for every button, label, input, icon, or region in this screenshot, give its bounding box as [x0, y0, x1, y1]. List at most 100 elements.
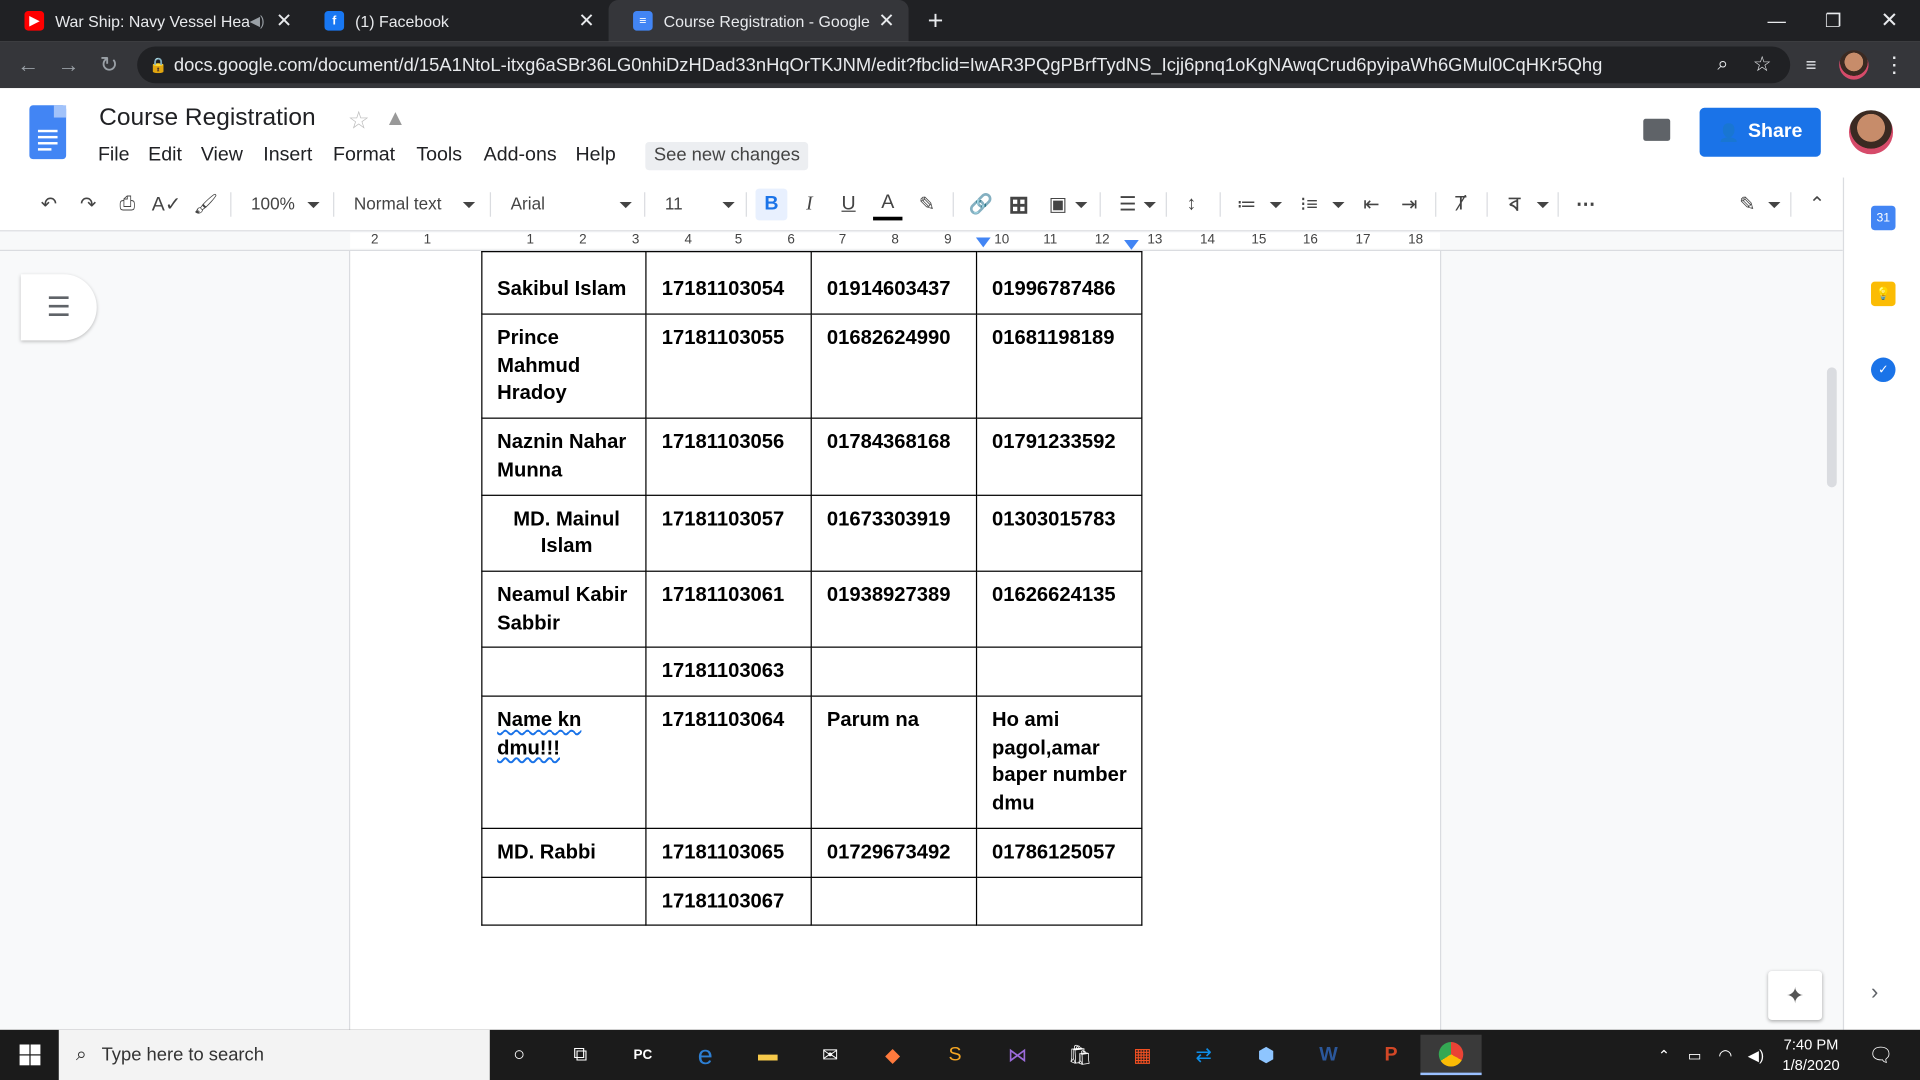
redo-icon[interactable]: ↷ [73, 189, 102, 221]
table-cell[interactable]: Naznin Nahar Munna [481, 417, 648, 496]
insert-comment-icon[interactable]: ⊞ [1004, 189, 1033, 221]
menu-edit[interactable]: Edit [148, 144, 182, 166]
sublime-text-icon[interactable]: S [928, 1035, 982, 1075]
collapse-menus-icon[interactable]: ⌃ [1801, 189, 1833, 221]
editing-mode-icon[interactable]: ✎ [1731, 189, 1763, 221]
close-icon[interactable]: ✕ [574, 9, 598, 33]
word-icon[interactable]: W [1302, 1035, 1356, 1075]
left-indent-marker[interactable] [975, 237, 991, 248]
menu-add-ons[interactable]: Add-ons [484, 144, 557, 166]
zoom-icon[interactable]: ⌕ [1704, 47, 1741, 84]
right-indent-marker[interactable] [1124, 240, 1139, 250]
insert-image-icon[interactable]: ▣ [1043, 189, 1072, 221]
profile-avatar[interactable] [1839, 50, 1869, 80]
cortana-icon[interactable]: ○ [492, 1035, 546, 1075]
media-control-icon[interactable]: ≡ [1793, 47, 1830, 84]
calendar-icon[interactable]: 31 [1871, 205, 1896, 231]
spellcheck-icon[interactable]: A✓ [152, 189, 181, 221]
teamviewer-icon[interactable]: ⇄ [1177, 1035, 1231, 1075]
notification-center-icon[interactable]: 🗨 [1856, 1035, 1905, 1075]
close-icon[interactable]: ✕ [874, 9, 898, 33]
decrease-indent-icon[interactable]: ⇤ [1356, 189, 1388, 221]
bookmark-star-icon[interactable]: ☆ [1744, 47, 1781, 84]
table-cell[interactable] [481, 876, 648, 927]
italic-button[interactable]: I [795, 189, 824, 221]
volume-icon[interactable]: ◀) [1741, 1035, 1770, 1075]
table-cell[interactable] [810, 876, 978, 927]
audio-playing-icon[interactable]: ◀) [250, 13, 265, 29]
app-icon[interactable]: ◆ [866, 1035, 920, 1075]
table-cell[interactable] [976, 646, 1143, 697]
menu-insert[interactable]: Insert [263, 144, 312, 166]
edge-icon[interactable]: e [678, 1035, 732, 1075]
battery-icon[interactable]: ▭ [1680, 1035, 1709, 1075]
table-cell[interactable]: MD. Rabbi [481, 827, 648, 878]
table-cell[interactable]: 17181103065 [645, 827, 813, 878]
underline-button[interactable]: U [834, 189, 863, 221]
tasks-icon[interactable]: ✓ [1871, 357, 1896, 383]
table-cell[interactable]: 01626624135 [976, 570, 1143, 649]
table-cell[interactable]: 01682624990 [810, 313, 978, 419]
table-cell[interactable]: 01996787486 [976, 251, 1143, 315]
table-cell[interactable]: MD. Mainul Islam [481, 494, 648, 572]
more-options-icon[interactable]: ⋯ [1570, 189, 1602, 221]
table-cell[interactable]: 17181103056 [645, 417, 813, 496]
account-avatar[interactable] [1848, 110, 1894, 155]
table-cell[interactable]: 01673303919 [810, 494, 978, 572]
text-color-icon[interactable]: A [873, 189, 903, 221]
table-cell[interactable] [976, 876, 1143, 927]
table-cell[interactable]: 01681198189 [976, 313, 1143, 419]
star-icon[interactable]: ☆ [348, 105, 370, 136]
keep-icon[interactable]: 💡 [1871, 281, 1896, 307]
address-bar[interactable]: 🔒 docs.google.com/document/d/15A1NtoL-it… [137, 46, 1791, 84]
chrome-icon[interactable] [1420, 1034, 1482, 1076]
menu-format[interactable]: Format [333, 144, 395, 166]
browser-menu-icon[interactable]: ⋮ [1876, 47, 1913, 84]
document-outline-button[interactable]: ☰ [20, 274, 97, 341]
paint-format-icon[interactable]: 🖌 [191, 189, 220, 221]
powerpoint-icon[interactable]: P [1364, 1035, 1418, 1075]
start-button[interactable] [0, 1030, 59, 1080]
table-cell[interactable]: 01791233592 [976, 417, 1143, 496]
table-cell[interactable]: 17181103054 [645, 251, 813, 315]
explore-button[interactable]: ✦ [1768, 971, 1823, 1021]
table-cell[interactable]: 01784368168 [810, 417, 978, 496]
wifi-icon[interactable]: ◠ [1709, 1035, 1741, 1075]
table-cell[interactable]: Ho ami pagol,amar baper number dmu [976, 695, 1143, 829]
mail-icon[interactable]: ✉ [803, 1035, 857, 1075]
paragraph-style-select[interactable]: Normal text [354, 193, 442, 213]
taskbar-search-box[interactable]: ⌕ Type here to search [58, 1029, 490, 1080]
menu-help[interactable]: Help [576, 144, 616, 166]
window-close-button[interactable]: ✕ [1861, 0, 1917, 42]
share-button[interactable]: 👤 Share [1699, 107, 1821, 157]
font-size-select[interactable]: 11 [665, 193, 683, 213]
align-left-icon[interactable]: ☰ [1112, 189, 1144, 221]
table-cell[interactable]: Name kn dmu!!! [481, 695, 648, 829]
zoom-select[interactable]: 100% [251, 193, 295, 213]
table-cell[interactable]: Parum na [810, 695, 978, 829]
print-icon[interactable]: ⎙ [113, 189, 142, 221]
new-tab-button[interactable]: + [909, 0, 963, 42]
reload-icon[interactable]: ↻ [91, 47, 128, 84]
menu-view[interactable]: View [201, 144, 243, 166]
table-cell[interactable]: Neamul Kabir Sabbir [481, 570, 648, 649]
table-cell[interactable]: 01303015783 [976, 494, 1143, 572]
table-cell[interactable]: 17181103064 [645, 695, 813, 829]
browser-tab-youtube[interactable]: ▶ War Ship: Navy Vessel Heavy ◀) ✕ [0, 0, 306, 42]
browser-tab-facebook[interactable]: f (1) Facebook ✕ [300, 0, 609, 42]
font-select[interactable]: Arial [511, 193, 545, 213]
clear-formatting-icon[interactable]: Ⱦ [1445, 189, 1477, 221]
undo-icon[interactable]: ↶ [34, 189, 63, 221]
see-new-changes-button[interactable]: See new changes [645, 142, 809, 171]
visual-studio-icon[interactable]: ⋈ [991, 1035, 1045, 1075]
restore-button[interactable]: ❐ [1805, 0, 1861, 42]
comment-icon[interactable] [1643, 118, 1671, 141]
table-cell[interactable]: 17181103057 [645, 494, 813, 572]
pycharm-icon[interactable]: PC [616, 1035, 670, 1075]
expand-panel-icon[interactable]: › [1871, 980, 1878, 1006]
minimize-button[interactable]: — [1749, 0, 1805, 42]
show-hidden-icons[interactable]: ⌃ [1648, 1035, 1680, 1075]
bold-button[interactable]: B [755, 188, 788, 221]
table-cell[interactable] [810, 646, 978, 697]
vertical-scrollbar[interactable] [1826, 367, 1837, 488]
